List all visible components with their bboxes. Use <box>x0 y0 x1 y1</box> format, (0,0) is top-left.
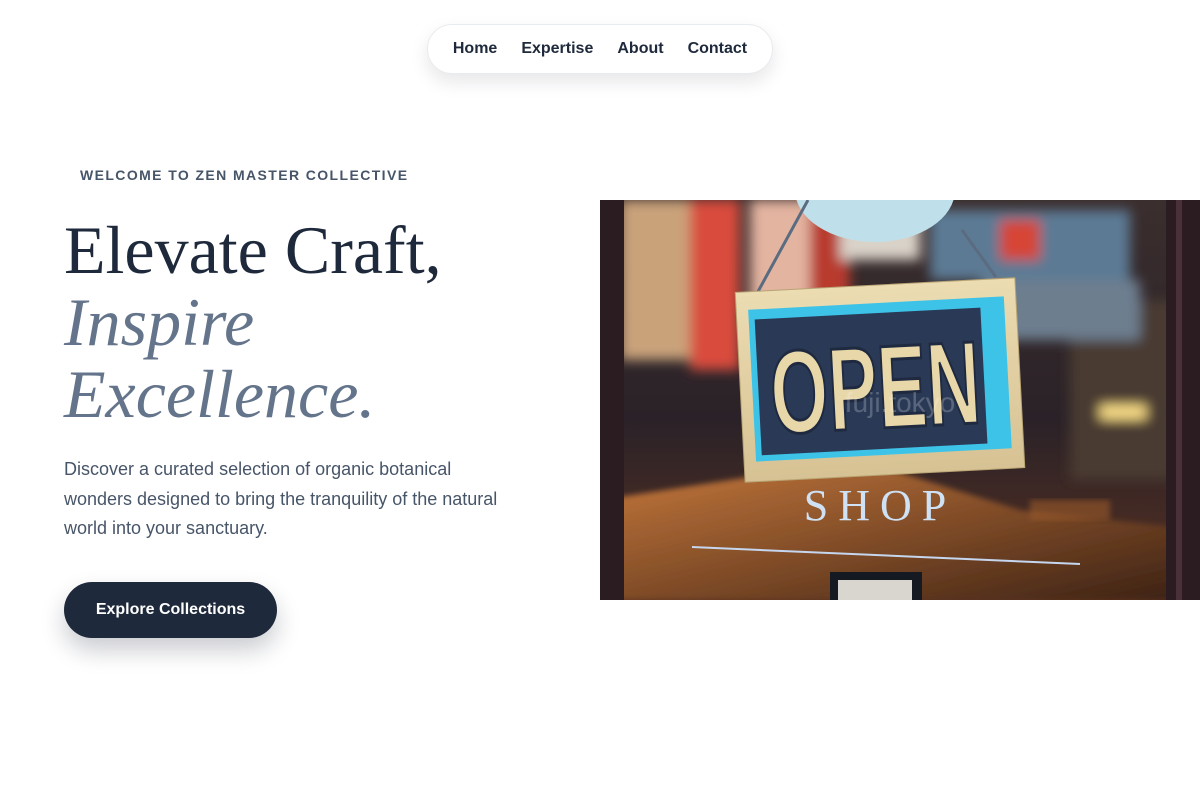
nav-expertise-link[interactable]: Expertise <box>521 40 593 58</box>
hero-description: Discover a curated selection of organic … <box>64 459 498 538</box>
nav-home-link[interactable]: Home <box>453 40 497 58</box>
headline-line-3: Excellence. <box>64 356 376 432</box>
hero-headline: Elevate Craft, Inspire Excellence. <box>64 214 442 430</box>
headline-line-1: Elevate Craft, <box>64 212 442 288</box>
image-watermark: fuji.tokyo <box>845 387 956 418</box>
top-nav: Home Expertise About Contact <box>427 24 773 74</box>
hero-image: OPEN SHOP fuji.tokyo <box>600 200 1200 600</box>
shop-window-text: SHOP <box>804 481 957 530</box>
headline-line-2: Inspire <box>64 284 255 360</box>
nav-contact-link[interactable]: Contact <box>688 40 748 58</box>
nav-about-link[interactable]: About <box>617 40 663 58</box>
explore-collections-button[interactable]: Explore Collections <box>64 582 277 638</box>
hero-kicker: WELCOME TO ZEN MASTER COLLECTIVE <box>80 167 409 183</box>
